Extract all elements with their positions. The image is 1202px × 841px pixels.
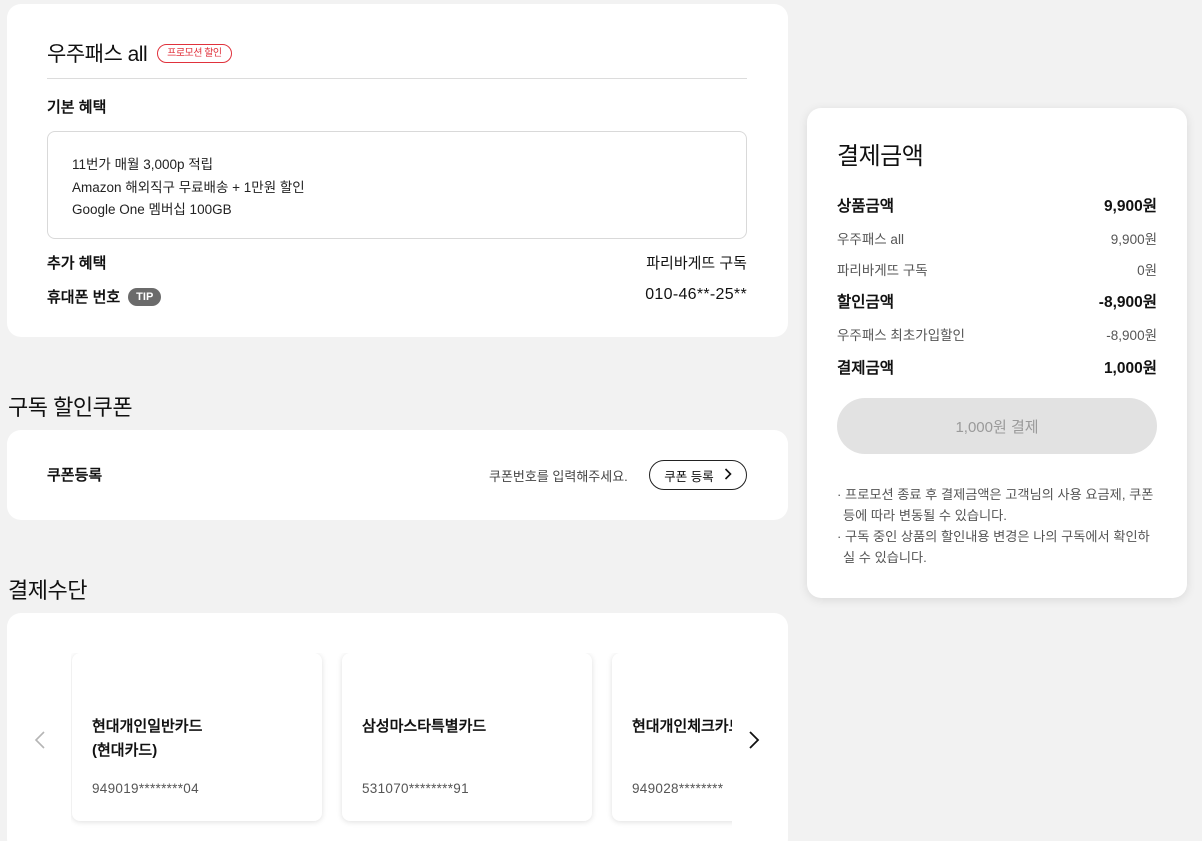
basic-benefit-label: 기본 혜택 bbox=[47, 99, 107, 116]
summary-item-row: 우주패스 all 9,900원 bbox=[837, 228, 1157, 248]
card-name: 현대개인체크카드 bbox=[632, 715, 732, 739]
phone-value: 010-46**-25** bbox=[645, 286, 747, 303]
coupon-heading: 구독 할인쿠폰 bbox=[8, 395, 133, 420]
card-name-line: 현대개인일반카드 bbox=[92, 718, 203, 735]
divider bbox=[47, 78, 747, 79]
coupon-panel: 쿠폰등록 쿠폰번호를 입력해주세요. 쿠폰 등록 bbox=[7, 430, 788, 520]
product-amount-value: 9,900원 bbox=[1103, 198, 1157, 215]
notice-item: · 프로모션 종료 후 결제금액은 고객님의 사용 요금제, 쿠폰 등에 따라 … bbox=[837, 487, 1154, 523]
summary-title: 결제금액 bbox=[837, 143, 924, 170]
card-carousel: 현대개인일반카드 (현대카드) 949019********04 삼성마스타특별… bbox=[71, 653, 732, 841]
discount-value: -8,900원 bbox=[1098, 294, 1157, 311]
coupon-hint: 쿠폰번호를 입력해주세요. bbox=[489, 469, 628, 484]
extra-benefit-label: 추가 혜택 bbox=[47, 255, 107, 272]
card-number: 531070********91 bbox=[362, 781, 469, 796]
total-amount-row: 결제금액 1,000원 bbox=[837, 356, 1157, 378]
basic-benefit-box: 11번가 매월 3,000p 적립 Amazon 해외직구 무료배송 + 1만원… bbox=[47, 131, 747, 239]
phone-label: 휴대폰 번호 bbox=[47, 289, 121, 306]
summary-item-value: 0원 bbox=[1137, 263, 1157, 278]
promo-badge: 프로모션 할인 bbox=[157, 43, 232, 63]
product-amount-row: 상품금액 9,900원 bbox=[837, 194, 1157, 216]
coupon-button-label: 쿠폰 등록 bbox=[664, 469, 714, 484]
discount-item-value: -8,900원 bbox=[1106, 328, 1157, 343]
discount-item-row: 우주패스 최초가입할인 -8,900원 bbox=[837, 324, 1157, 344]
benefit-item: 11번가 매월 3,000p 적립 bbox=[72, 157, 214, 172]
payment-method-heading: 결제수단 bbox=[8, 578, 87, 603]
total-value: 1,000원 bbox=[1103, 360, 1157, 377]
discount-label: 할인금액 bbox=[837, 294, 895, 311]
summary-item-value: 9,900원 bbox=[1110, 232, 1157, 247]
card-item[interactable]: 현대개인체크카드 949028******** bbox=[612, 653, 732, 821]
coupon-label: 쿠폰등록 bbox=[47, 467, 103, 484]
discount-item-label: 우주패스 최초가입할인 bbox=[837, 328, 965, 343]
benefit-item: Google One 멤버십 100GB bbox=[72, 202, 232, 217]
chevron-left-icon[interactable] bbox=[28, 725, 52, 755]
card-item[interactable]: 삼성마스타특별카드 531070********91 bbox=[342, 653, 592, 821]
card-name: 삼성마스타특별카드 bbox=[362, 715, 486, 739]
product-panel: 우주패스 all 프로모션 할인 기본 혜택 11번가 매월 3,000p 적립… bbox=[7, 4, 788, 337]
total-label: 결제금액 bbox=[837, 360, 895, 377]
notice-item: · 구독 중인 상품의 할인내용 변경은 나의 구독에서 확인하실 수 있습니다… bbox=[837, 529, 1150, 565]
card-name-line: 삼성마스타특별카드 bbox=[362, 718, 487, 735]
payment-summary-panel: 결제금액 상품금액 9,900원 우주패스 all 9,900원 파리바게뜨 구… bbox=[807, 108, 1187, 598]
payment-method-panel: 현대개인일반카드 (현대카드) 949019********04 삼성마스타특별… bbox=[7, 613, 788, 841]
product-name: 우주패스 all bbox=[47, 43, 148, 66]
product-title: 우주패스 all 프로모션 할인 bbox=[47, 38, 232, 68]
card-name: 현대개인일반카드 (현대카드) bbox=[92, 715, 202, 763]
tip-badge[interactable]: TIP bbox=[128, 287, 162, 306]
coupon-register-button[interactable]: 쿠폰 등록 bbox=[649, 460, 747, 490]
summary-item-label: 우주패스 all bbox=[837, 232, 904, 247]
card-name-line: 현대개인체크카드 bbox=[632, 718, 732, 735]
card-name-line: (현대카드) bbox=[92, 742, 158, 759]
pay-button[interactable]: 1,000원 결제 bbox=[837, 398, 1157, 454]
product-amount-label: 상품금액 bbox=[837, 198, 895, 215]
summary-item-label: 파리바게뜨 구독 bbox=[837, 263, 928, 278]
chevron-right-icon[interactable] bbox=[742, 725, 766, 755]
discount-amount-row: 할인금액 -8,900원 bbox=[837, 290, 1157, 312]
summary-item-row: 파리바게뜨 구독 0원 bbox=[837, 259, 1157, 279]
extra-benefit-value: 파리바게뜨 구독 bbox=[646, 255, 747, 272]
card-item[interactable]: 현대개인일반카드 (현대카드) 949019********04 bbox=[72, 653, 322, 821]
phone-row-label: 휴대폰 번호 TIP bbox=[47, 286, 162, 307]
card-number: 949019********04 bbox=[92, 781, 199, 796]
card-number: 949028******** bbox=[632, 781, 724, 796]
benefit-item: Amazon 해외직구 무료배송 + 1만원 할인 bbox=[72, 179, 305, 195]
chevron-right-icon bbox=[724, 467, 732, 483]
notice-list: · 프로모션 종료 후 결제금액은 고객님의 사용 요금제, 쿠폰 등에 따라 … bbox=[835, 484, 1160, 568]
